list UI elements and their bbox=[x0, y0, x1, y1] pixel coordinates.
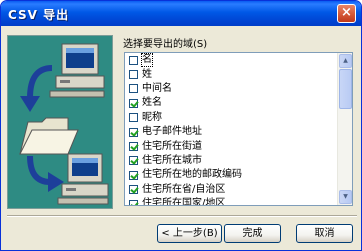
cancel-button[interactable]: 取消 bbox=[296, 224, 353, 243]
finish-button[interactable]: 完成 bbox=[224, 224, 281, 243]
folder-icon bbox=[19, 117, 79, 155]
field-checkbox[interactable] bbox=[129, 84, 138, 94]
export-illustration-icon bbox=[19, 43, 109, 205]
list-item[interactable]: 姓 bbox=[125, 67, 338, 81]
field-label: 住宅所在地的邮政编码 bbox=[142, 169, 242, 181]
field-label: 电子邮件地址 bbox=[142, 126, 202, 138]
close-button[interactable]: × bbox=[337, 4, 356, 23]
field-label: 姓名 bbox=[142, 97, 162, 109]
scroll-thumb[interactable] bbox=[339, 69, 352, 109]
field-checkbox[interactable] bbox=[129, 127, 138, 137]
divider bbox=[7, 215, 357, 217]
field-label: 昵称 bbox=[142, 111, 162, 123]
csv-export-dialog: CSV 导出 × 选择要导出的域(S) 名 姓 中间名 姓名 昵称 电子邮件地址… bbox=[0, 0, 362, 251]
field-label: 姓 bbox=[142, 68, 152, 80]
list-item[interactable]: 住宅所在国家/地区 bbox=[125, 197, 338, 206]
field-checkbox[interactable] bbox=[129, 170, 138, 180]
list-item[interactable]: 昵称 bbox=[125, 111, 338, 125]
field-checkbox[interactable] bbox=[129, 113, 138, 123]
window-title: CSV 导出 bbox=[8, 8, 70, 22]
scroll-up-icon[interactable]: ▲ bbox=[339, 54, 352, 68]
list-item[interactable]: 住宅所在城市 bbox=[125, 154, 338, 168]
fields-list[interactable]: 名姓中间名 姓名 昵称 电子邮件地址 住宅所在街道 住宅所在城市 住宅所在地的邮政编码 住宅所… bbox=[124, 52, 353, 206]
fields-label: 选择要导出的域(S) bbox=[123, 39, 208, 50]
field-label: 中间名 bbox=[142, 82, 172, 94]
scrollbar[interactable]: ▲ ▼ bbox=[337, 53, 352, 205]
field-checkbox[interactable] bbox=[129, 185, 138, 195]
field-checkbox[interactable] bbox=[129, 156, 138, 166]
field-label: 住宅所在省/自治区 bbox=[142, 183, 226, 195]
list-item[interactable]: 电子邮件地址 bbox=[125, 125, 338, 139]
field-checkbox[interactable] bbox=[129, 142, 138, 152]
field-checkbox[interactable] bbox=[129, 70, 138, 80]
wizard-illustration bbox=[7, 35, 113, 209]
scroll-down-icon[interactable]: ▼ bbox=[339, 190, 352, 204]
title-bar[interactable]: CSV 导出 × bbox=[1, 1, 361, 26]
computer-icon bbox=[57, 153, 109, 205]
field-label: 住宅所在街道 bbox=[142, 140, 202, 152]
back-button[interactable]: < 上一步(B) bbox=[157, 224, 222, 243]
list-item[interactable]: 住宅所在地的邮政编码 bbox=[125, 168, 338, 182]
field-checkbox[interactable] bbox=[129, 98, 138, 108]
computer-icon bbox=[49, 43, 105, 98]
field-checkbox[interactable] bbox=[129, 55, 138, 65]
list-item[interactable]: 住宅所在省/自治区 bbox=[125, 183, 338, 197]
fields-list-items: 名姓中间名 姓名 昵称 电子邮件地址 住宅所在街道 住宅所在城市 住宅所在地的邮政编码 住宅所… bbox=[125, 53, 338, 206]
field-label: 住宅所在国家/地区 bbox=[142, 198, 226, 206]
list-item[interactable]: 名 bbox=[125, 53, 338, 68]
list-item[interactable]: 姓名 bbox=[125, 96, 338, 110]
field-checkbox[interactable] bbox=[129, 199, 138, 205]
list-item[interactable]: 中间名 bbox=[125, 82, 338, 96]
field-label: 住宅所在城市 bbox=[142, 154, 202, 166]
list-item[interactable]: 住宅所在街道 bbox=[125, 139, 338, 153]
field-label: 名 bbox=[141, 53, 153, 68]
